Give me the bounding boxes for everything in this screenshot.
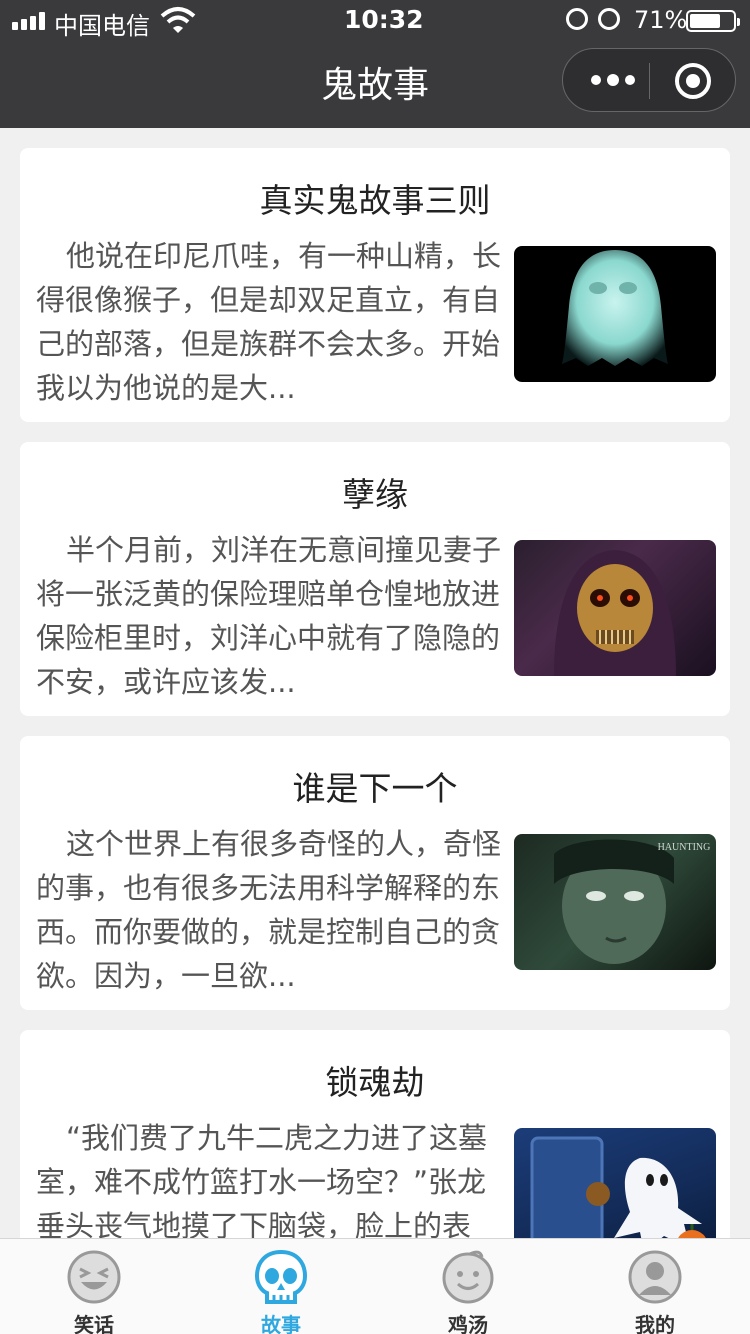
story-title: 孽缘 (342, 475, 408, 514)
user-icon (628, 1250, 682, 1304)
story-title: 真实鬼故事三则 (259, 181, 491, 220)
tab-bar: 笑话 故事 鸡汤 我的 (0, 1238, 750, 1334)
battery-percent: 71% (634, 6, 688, 34)
status-bar: 中国电信 10:32 71% (0, 0, 750, 40)
skull-icon (254, 1249, 308, 1304)
tab-jokes[interactable]: 笑话 (0, 1239, 188, 1334)
tab-label: 笑话 (74, 1313, 114, 1334)
story-card[interactable]: 真实鬼故事三则 他说在印尼爪哇，有一种山精，长得很像猴子，但是却双足直立，有自己… (20, 148, 730, 422)
tab-label: 鸡汤 (448, 1313, 488, 1334)
tab-label: 故事 (261, 1313, 301, 1334)
laugh-face-icon (67, 1250, 121, 1304)
tab-stories[interactable]: 故事 (187, 1239, 375, 1334)
story-list: 真实鬼故事三则 他说在印尼爪哇，有一种山精，长得很像猴子，但是却双足直立，有自己… (0, 128, 750, 1238)
battery-icon (686, 10, 740, 32)
ghost-thumbnail (514, 246, 716, 382)
mini-program-capsule (562, 48, 736, 112)
rotation-lock-icon (566, 8, 588, 30)
story-title: 锁魂劫 (325, 1063, 425, 1102)
tab-chicken-soup[interactable]: 鸡汤 (374, 1239, 562, 1334)
more-dots-icon[interactable] (591, 74, 635, 86)
carrier-label: 中国电信 (54, 12, 150, 40)
story-card[interactable]: 谁是下一个 这个世界上有很多奇怪的人，奇怪的事，也有很多无法用科学解释的东西。而… (20, 736, 730, 1010)
story-excerpt: 他说在印尼爪哇，有一种山精，长得很像猴子，但是却双足直立，有自己的部落，但是族群… (36, 239, 502, 405)
face-thumbnail: HAUNTING (514, 834, 716, 970)
tab-mine[interactable]: 我的 (561, 1239, 749, 1334)
alarm-icon (598, 8, 620, 30)
top-bar: 中国电信 10:32 71% 鬼故事 (0, 0, 750, 128)
story-card[interactable]: 孽缘 半个月前，刘洋在无意间撞见妻子将一张泛黄的保险理赔单仓惶地放进保险柜里时，… (20, 442, 730, 716)
halloween-ghost-thumbnail (514, 1128, 716, 1238)
signal-icon (12, 10, 45, 30)
close-target-icon[interactable] (675, 63, 711, 99)
story-excerpt: 半个月前，刘洋在无意间撞见妻子将一张泛黄的保险理赔单仓惶地放进保险柜里时，刘洋心… (36, 533, 502, 699)
story-title: 谁是下一个 (292, 769, 458, 808)
capsule-divider (649, 63, 650, 99)
story-card[interactable]: 锁魂劫 “我们费了九牛二虎之力进了这墓室，难不成竹篮打水一场空？”张龙垂头丧气地… (20, 1030, 730, 1238)
clock: 10:32 (344, 5, 424, 34)
thumb-caption: HAUNTING (658, 842, 711, 853)
wifi-icon (160, 7, 196, 33)
skull-thumbnail (514, 540, 716, 676)
story-excerpt: 这个世界上有很多奇怪的人，奇怪的事，也有很多无法用科学解释的东西。而你要做的，就… (36, 827, 502, 993)
smile-face-icon (442, 1250, 494, 1304)
tab-label: 我的 (635, 1313, 675, 1334)
story-excerpt: “我们费了九牛二虎之力进了这墓室，难不成竹篮打水一场空？”张龙垂头丧气地摸了下脑… (36, 1121, 488, 1238)
